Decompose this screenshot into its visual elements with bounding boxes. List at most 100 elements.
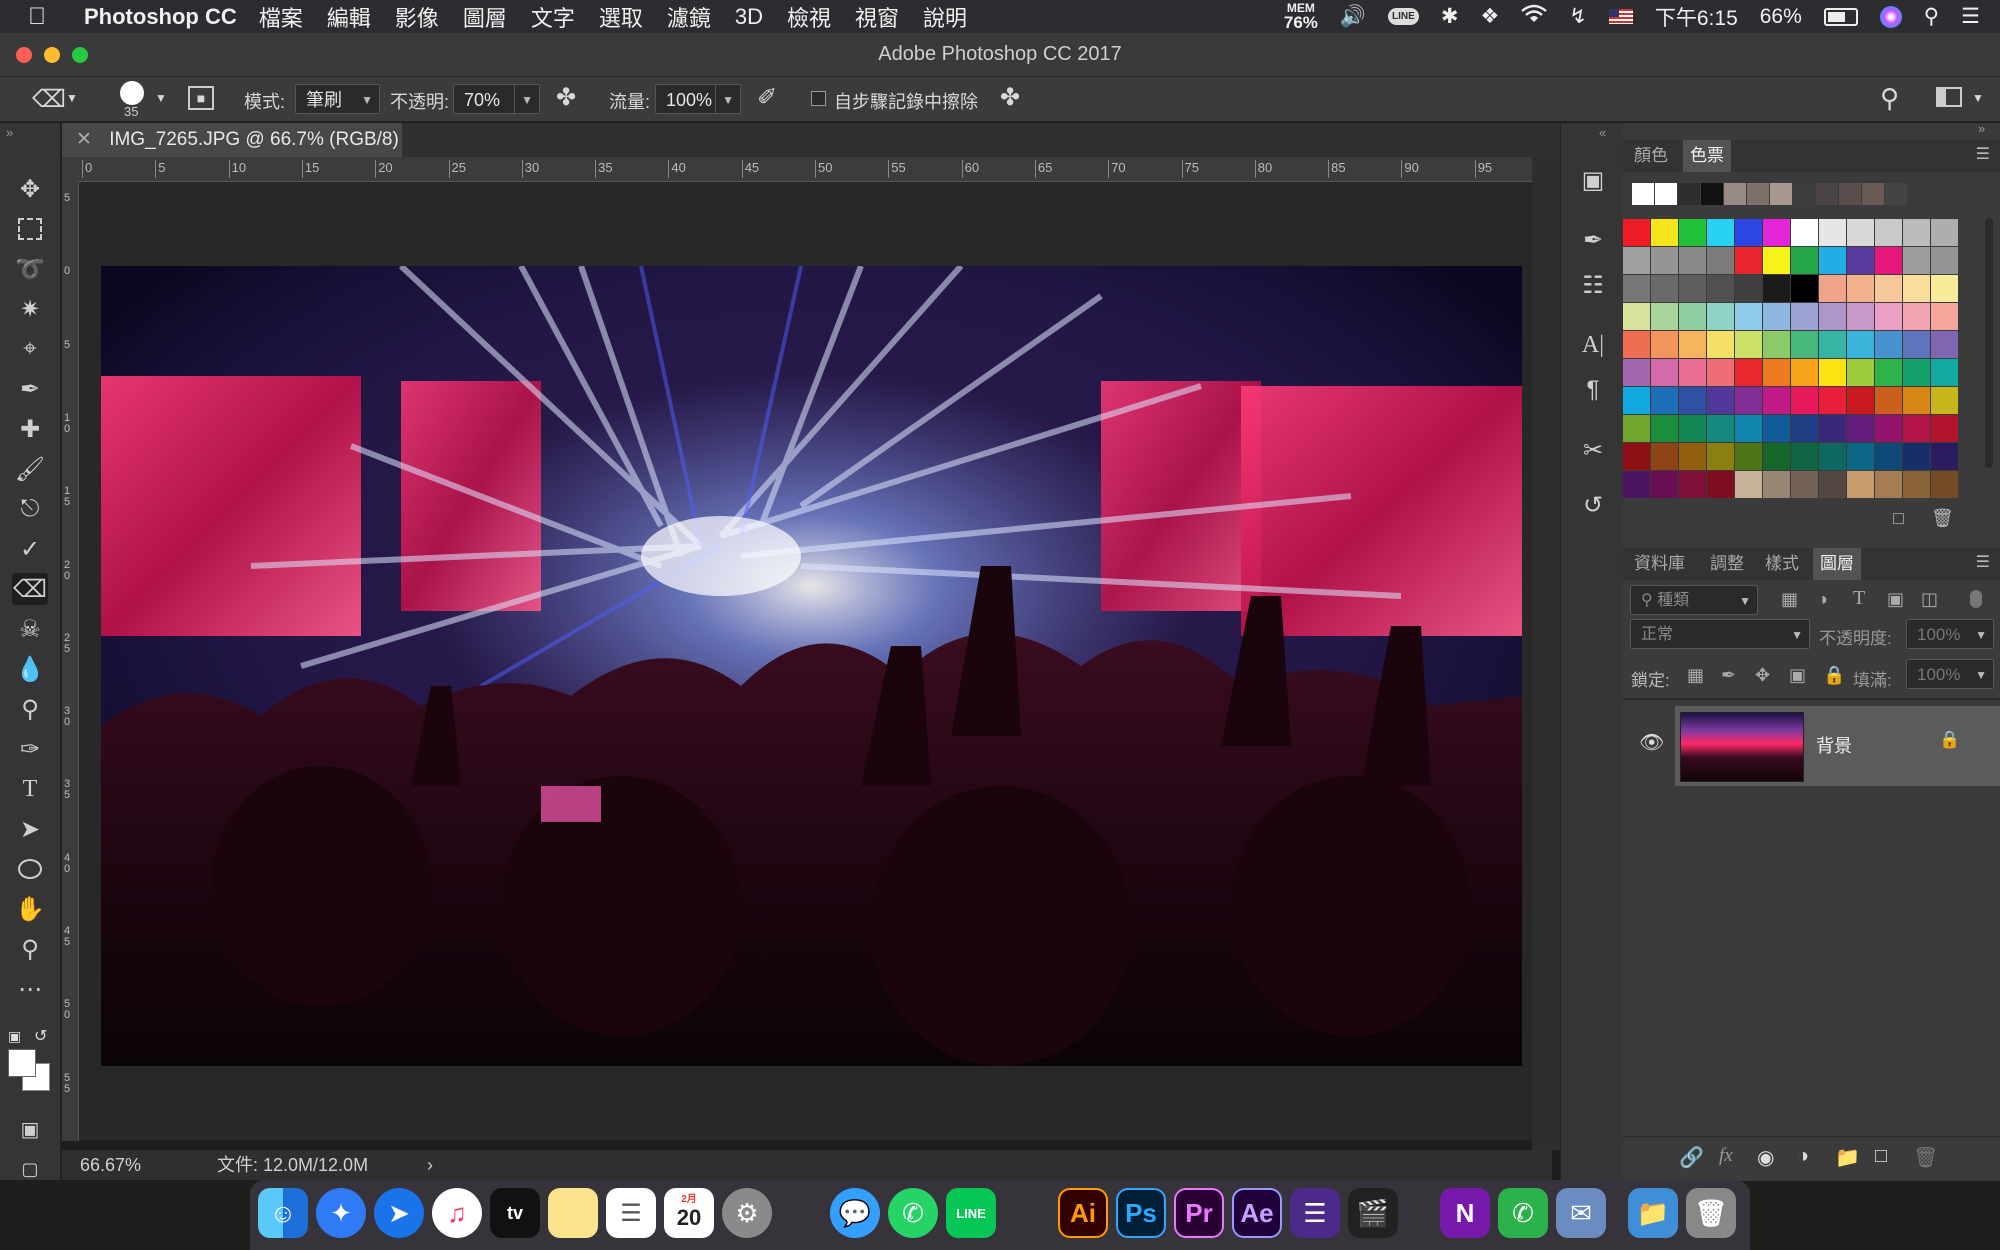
flow-field[interactable]: 100% ▼ [655,84,741,115]
swatch[interactable] [1847,219,1874,246]
swatch[interactable] [1931,219,1958,246]
swatch[interactable] [1791,331,1818,358]
pen-tool-icon[interactable]: ✑ [12,733,48,765]
battery-icon[interactable] [1823,7,1858,26]
eyedropper-tool-icon[interactable]: ✒ [12,373,48,405]
new-group-icon[interactable]: 📁 [1835,1145,1860,1170]
spotlight-search-icon[interactable]: ⚲ [1924,4,1939,29]
swatch[interactable] [1623,247,1650,274]
chevron-down-icon[interactable]: ▼ [514,85,533,115]
swatch[interactable] [1903,471,1930,498]
swatch[interactable] [1679,247,1706,274]
erase-history-checkbox[interactable] [811,91,826,106]
swatch[interactable] [1679,219,1706,246]
lock-artboard-icon[interactable]: ▣ [1789,665,1806,686]
siri-icon[interactable] [1879,5,1902,28]
character-panel-icon[interactable]: A| [1575,328,1611,362]
swatches-scrollbar[interactable] [1985,218,1993,468]
swatch[interactable] [1847,471,1874,498]
swatch[interactable] [1679,303,1706,330]
menu-file[interactable]: 檔案 [259,1,303,33]
swatch[interactable] [1763,415,1790,442]
swatch[interactable] [1903,247,1930,274]
swap-colors-icon[interactable]: ↺ [34,1026,47,1046]
preview-icon[interactable]: ✉ [1556,1188,1606,1238]
layer-style-fx-icon[interactable]: fx [1719,1145,1733,1167]
brush-picker-arrow-icon[interactable]: ▼ [155,91,167,105]
lasso-tool-icon[interactable]: ➰ [12,253,48,285]
swatch[interactable] [1875,219,1902,246]
reminders-icon[interactable]: ☰ [606,1188,656,1238]
filter-adjustment-icon[interactable]: ◑ [1817,589,1828,610]
tab-libraries[interactable]: 資料庫 [1627,548,1692,580]
hand-tool-icon[interactable]: ✋ [12,893,48,925]
swatch[interactable] [1770,183,1792,205]
swatch[interactable] [1791,415,1818,442]
panel-menu-icon[interactable]: ☰ [1976,552,1990,572]
swatch[interactable] [1931,443,1958,470]
swatch[interactable] [1875,415,1902,442]
swatch[interactable] [1819,471,1846,498]
swatch[interactable] [1763,303,1790,330]
swatch[interactable] [1819,303,1846,330]
link-layers-icon[interactable]: 🔗 [1679,1145,1704,1170]
swatch[interactable] [1679,471,1706,498]
status-menu-arrow-icon[interactable]: › [427,1150,433,1180]
filter-shape-icon[interactable]: ▣ [1887,589,1904,610]
swatch[interactable] [1847,303,1874,330]
swatch[interactable] [1791,359,1818,386]
swatch[interactable] [1735,247,1762,274]
swatch[interactable] [1707,359,1734,386]
swatch[interactable] [1623,275,1650,302]
zoom-window-button[interactable] [72,47,88,63]
tab-adjustments[interactable]: 調整 [1703,548,1751,580]
line-app-icon[interactable]: LINE [946,1188,996,1238]
layer-lock-icon[interactable]: 🔒 [1939,730,1960,750]
tool-presets-icon[interactable]: ✂ [1575,433,1611,467]
dropbox-icon[interactable]: ❖ [1480,4,1499,29]
menu-type[interactable]: 文字 [531,1,575,33]
swatch[interactable] [1931,415,1958,442]
swatch[interactable] [1819,331,1846,358]
swatch[interactable] [1679,359,1706,386]
blend-mode-select[interactable]: 正常 ▼ [1630,619,1810,649]
swatch[interactable] [1847,415,1874,442]
swatch[interactable] [1735,359,1762,386]
swatch[interactable] [1651,415,1678,442]
eraser-tool-icon[interactable]: ⌫ [12,573,48,605]
final-cut-pro-icon[interactable]: 🎬 [1348,1188,1398,1238]
swatch[interactable] [1655,183,1677,205]
swatch[interactable] [1735,387,1762,414]
swatch[interactable] [1931,331,1958,358]
swatch[interactable] [1816,183,1838,205]
finder-icon[interactable]: ☺ [258,1188,308,1238]
paint-bucket-tool-icon[interactable]: ☠ [12,613,48,645]
swatch[interactable] [1679,443,1706,470]
lock-image-icon[interactable]: ✒ [1721,665,1736,686]
swatch[interactable] [1707,331,1734,358]
swatch[interactable] [1862,183,1884,205]
swatch[interactable] [1931,247,1958,274]
workspace-dropdown-arrow-icon[interactable]: ▼ [1972,91,1984,105]
quick-selection-tool-icon[interactable]: ✷ [12,293,48,325]
layer-kind-filter[interactable]: ⚲ 種類 ▼ [1630,585,1758,615]
swatch[interactable] [1763,219,1790,246]
brush-panel-icon[interactable]: ✒ [1575,223,1611,257]
messages-icon[interactable]: 💬 [830,1188,880,1238]
swatch[interactable] [1931,359,1958,386]
brush-tip-preview[interactable] [120,81,144,105]
swatch[interactable] [1632,183,1654,205]
premiere-icon[interactable]: Pr [1174,1188,1224,1238]
swatch[interactable] [1701,183,1723,205]
menu-window[interactable]: 視窗 [855,1,899,33]
lock-transparent-icon[interactable]: ▦ [1687,665,1704,686]
swatch[interactable] [1875,303,1902,330]
swatch[interactable] [1707,247,1734,274]
swatch[interactable] [1791,387,1818,414]
system-preferences-icon[interactable]: ⚙ [722,1188,772,1238]
delete-swatch-icon[interactable]: 🗑 [1931,508,1954,529]
swatch[interactable] [1839,183,1861,205]
swatch[interactable] [1651,303,1678,330]
more-tools-icon[interactable]: ⋯ [12,973,48,1005]
lock-position-icon[interactable]: ✥ [1755,665,1770,686]
